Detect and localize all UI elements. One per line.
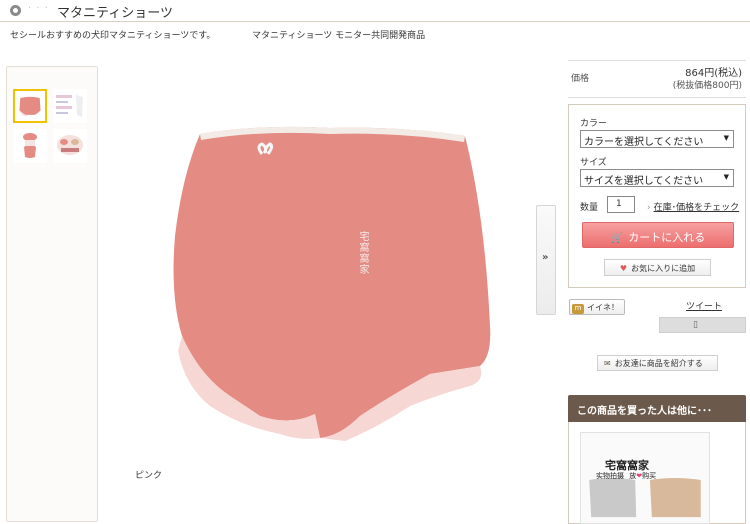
like-label: イイネ！ — [587, 303, 619, 312]
like-button[interactable]: m イイネ！ — [569, 299, 625, 315]
pink-maternity-shorts-image — [173, 126, 491, 441]
cart-icon: 🛒 — [610, 233, 624, 244]
qty-input[interactable]: 1 — [607, 196, 635, 213]
heart-icon: ♥ — [619, 264, 628, 273]
share-button[interactable]: ▯ — [659, 317, 746, 333]
introduce-friend-label: お友達に商品を紹介する — [614, 359, 703, 368]
product-subtitle: セシールおすすめの犬印マタニティショーツです。 マタニティショーツ モニター共同… — [10, 28, 425, 41]
thumbnail-strip — [6, 66, 98, 522]
next-arrow-icon: » — [542, 252, 549, 263]
also-bought-item[interactable]: 宅窩窩家 实物拍摄 放❤购买 — [580, 432, 710, 524]
price-box: 価格 864円(税込) (税抜価格800円) — [568, 60, 746, 98]
also-bought-header: この商品を買った人は他に･･･ — [568, 395, 746, 422]
thumbnail-2[interactable] — [53, 89, 87, 123]
qty-label: 数量 — [580, 203, 599, 213]
chevron-down-icon: ▼ — [723, 173, 729, 181]
stock-check-label: 在庫･価格をチェック — [653, 203, 740, 213]
mixi-icon: m — [572, 304, 584, 314]
add-to-cart-button[interactable]: 🛒 カートに入れる — [582, 222, 734, 248]
also-bought-watermark-sub: 实物拍摄 放❤购买 — [596, 472, 657, 480]
chevron-down-icon: ▼ — [723, 134, 729, 142]
color-caption: ピンク — [135, 471, 163, 481]
mail-icon: ✉ — [604, 359, 611, 368]
price-value: 864円(税込) — [685, 68, 742, 79]
size-select-value: サイズを選択してください — [584, 176, 704, 187]
thumbnail-image-spec-chart — [56, 95, 83, 117]
page-title: マタニティショーツ — [57, 6, 173, 21]
size-select[interactable]: サイズを選択してください ▼ — [580, 169, 734, 187]
subtitle-left: セシールおすすめの犬印マタニティショーツです。 — [10, 31, 216, 41]
add-favorite-button[interactable]: ♥ お気に入りに追加 — [604, 259, 711, 276]
thumbnail-image-pink-shorts — [19, 96, 41, 117]
thumbnail-4[interactable] — [53, 129, 87, 163]
thumbnail-image-model-view — [23, 133, 37, 158]
size-label: サイズ — [580, 158, 607, 168]
next-image-button[interactable]: » — [536, 205, 556, 315]
image-watermark: 宅窩窩家 — [357, 231, 368, 275]
price-label: 価格 — [571, 74, 590, 84]
add-to-cart-label: カートに入れる — [628, 231, 706, 244]
main-product-image: 宅窩窩家 — [140, 96, 520, 460]
bookmark-icon: ▯ — [693, 320, 698, 330]
dots-decoration: · · · — [28, 3, 49, 14]
tweet-link[interactable]: ツイート — [686, 299, 722, 312]
price-note: (税抜価格800円) — [672, 81, 742, 91]
thumbnail-1[interactable] — [13, 89, 47, 123]
add-favorite-label: お気に入りに追加 — [631, 264, 696, 273]
color-label: カラー — [580, 119, 608, 129]
subtitle-right: マタニティショーツ モニター共同開発商品 — [252, 31, 426, 41]
chevron-right-icon: › — [647, 203, 651, 213]
color-select-value: カラーを選択してください — [584, 137, 704, 148]
thumbnail-3[interactable] — [13, 129, 47, 163]
purchase-box: カラー カラーを選択してください ▼ サイズ サイズを選択してください ▼ 数量… — [568, 104, 746, 288]
introduce-friend-button[interactable]: ✉ お友達に商品を紹介する — [597, 355, 718, 371]
circle-bullet-icon — [10, 5, 21, 16]
title-bar: · · · マタニティショーツ — [0, 0, 750, 22]
color-select[interactable]: カラーを選択してください ▼ — [580, 130, 734, 148]
thumbnail-image-product-set — [57, 135, 83, 155]
stock-check-link[interactable]: › 在庫･価格をチェック — [647, 200, 739, 213]
also-bought-box: 宅窩窩家 实物拍摄 放❤购买 — [568, 422, 746, 524]
